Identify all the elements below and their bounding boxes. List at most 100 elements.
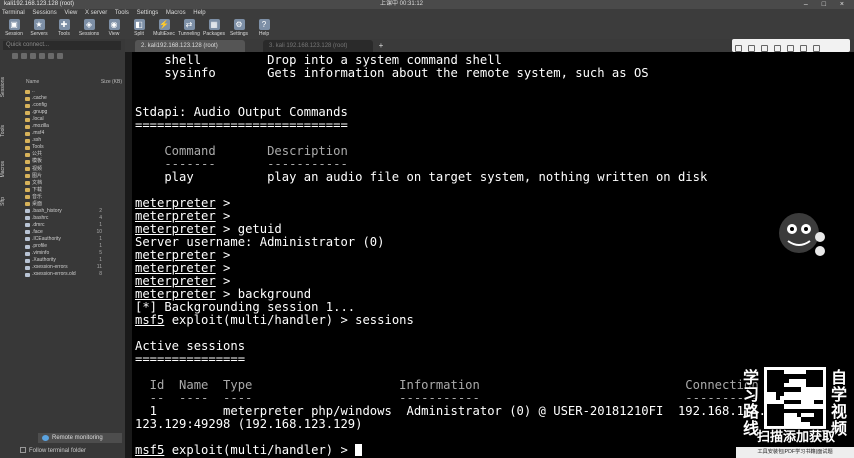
- text-icon[interactable]: [774, 45, 781, 52]
- file-row[interactable]: .profile 1: [12, 243, 122, 250]
- file-row[interactable]: .mozilla: [12, 123, 122, 130]
- new-tab-button[interactable]: +: [375, 40, 387, 52]
- toolbar-multiexec-button[interactable]: ⚡ MultiExec: [152, 19, 176, 37]
- toolbar-tools-button[interactable]: ✚ Tools: [52, 19, 76, 37]
- file-row[interactable]: .cache: [12, 95, 122, 102]
- file-row[interactable]: .xsession-errors 11: [12, 264, 122, 271]
- checkbox-icon: [20, 447, 26, 453]
- toolbar-split-button[interactable]: ◧ Split: [127, 19, 151, 37]
- file-row[interactable]: .bash_history 2: [12, 208, 122, 215]
- toolbar-view-button[interactable]: ◉ View: [102, 19, 126, 37]
- vtab-sessions[interactable]: Sessions: [0, 77, 9, 97]
- file-size: 1: [99, 235, 102, 242]
- file-row[interactable]: .local: [12, 116, 122, 123]
- file-row[interactable]: 图片: [12, 173, 122, 180]
- file-list: .. .cache .config .gnupg .local .mozilla .msf4…: [12, 88, 122, 278]
- file-row[interactable]: 音乐: [12, 194, 122, 201]
- file-row[interactable]: .ssh: [12, 137, 122, 144]
- trash-icon[interactable]: [813, 45, 820, 52]
- shape-icon[interactable]: [761, 45, 768, 52]
- tab-session-2[interactable]: 2. kali192.168.123.128 (root): [135, 40, 245, 52]
- file-row[interactable]: .msf4: [12, 130, 122, 137]
- toolbar-help-button[interactable]: ? Help: [252, 19, 276, 37]
- file-row[interactable]: 模板: [12, 158, 122, 165]
- undo-icon[interactable]: [787, 45, 794, 52]
- file-name: .ICEauthority: [32, 235, 61, 242]
- column-size[interactable]: Size (KB): [101, 79, 122, 85]
- folder-icon: [25, 188, 30, 193]
- terminal-line: sysinfo Gets information about the remot…: [135, 66, 649, 80]
- toolbar-sessions-button[interactable]: ◈ Sessions: [77, 19, 101, 37]
- pen-icon[interactable]: [748, 45, 755, 52]
- file-row[interactable]: 下载: [12, 187, 122, 194]
- menu-settings[interactable]: Settings: [137, 10, 159, 16]
- split-icon: ◧: [133, 19, 145, 30]
- new-folder-icon[interactable]: [48, 53, 54, 59]
- session-icon: ▣: [8, 19, 20, 30]
- file-size: 5: [99, 250, 102, 257]
- vtab-tools[interactable]: Tools: [0, 125, 9, 137]
- toolbar-packages-button[interactable]: ▦ Packages: [202, 19, 226, 37]
- up-folder-icon[interactable]: [12, 53, 18, 59]
- toolbar-settings-button[interactable]: ⚙ Settings: [227, 19, 251, 37]
- vtab-sftp[interactable]: Sftp: [0, 197, 9, 206]
- file-row[interactable]: .gnupg: [12, 109, 122, 116]
- copy-icon[interactable]: [800, 45, 807, 52]
- file-name: .bashrc: [32, 214, 49, 221]
- menu-help[interactable]: Help: [193, 10, 205, 16]
- toolbar-session-button[interactable]: ▣ Session: [2, 19, 26, 37]
- select-icon[interactable]: [735, 45, 742, 52]
- folder-icon: [25, 174, 30, 179]
- file-row[interactable]: 桌面: [12, 201, 122, 208]
- tab-session-3[interactable]: 3. kali 192.168.123.128 (root): [263, 40, 373, 52]
- file-name: 桌面: [32, 200, 43, 207]
- file-row[interactable]: .face 10: [12, 229, 122, 236]
- file-name: 图片: [32, 172, 43, 179]
- file-size: 1: [99, 221, 102, 228]
- refresh-icon[interactable]: [21, 53, 27, 59]
- file-icon: [25, 209, 30, 214]
- help-icon: ?: [258, 19, 270, 30]
- upload-icon[interactable]: [39, 53, 45, 59]
- toolbar-tunneling-button[interactable]: ⇄ Tunneling: [177, 19, 201, 37]
- file-row[interactable]: 文档: [12, 180, 122, 187]
- follow-terminal-folder-checkbox[interactable]: Follow terminal folder: [20, 447, 86, 456]
- download-icon[interactable]: [30, 53, 36, 59]
- settings-icon: ⚙: [233, 19, 245, 30]
- folder-icon: [25, 138, 30, 143]
- remote-monitoring-button[interactable]: Remote monitoring: [38, 433, 122, 443]
- file-row[interactable]: .dmrc 1: [12, 222, 122, 229]
- file-row[interactable]: 视频: [12, 166, 122, 173]
- menu-view[interactable]: View: [64, 10, 77, 16]
- file-row[interactable]: .bashrc 4: [12, 215, 122, 222]
- toolbar-servers-button[interactable]: ★ Servers: [27, 19, 51, 37]
- file-row[interactable]: .xsession-errors.old 8: [12, 271, 122, 278]
- file-row[interactable]: ..: [12, 88, 122, 95]
- window-controls[interactable]: – □ ×: [804, 0, 850, 9]
- terminal-cursor: [355, 444, 363, 456]
- multiexec-icon: ⚡: [158, 19, 170, 30]
- quick-connect-input[interactable]: Quick connect...: [3, 41, 121, 50]
- delete-icon[interactable]: [57, 53, 63, 59]
- file-row[interactable]: Tools: [12, 144, 122, 151]
- menu-terminal[interactable]: Terminal: [2, 10, 25, 16]
- column-name[interactable]: Name: [26, 79, 39, 85]
- file-name: .ssh: [32, 137, 42, 144]
- file-row[interactable]: .ICEauthority 1: [12, 236, 122, 243]
- file-row[interactable]: .viminfo 5: [12, 250, 122, 257]
- file-row[interactable]: .config: [12, 102, 122, 109]
- file-name: 视频: [32, 165, 43, 172]
- vtab-macros[interactable]: Macros: [0, 161, 9, 177]
- file-icon: [25, 230, 30, 235]
- menu-tools[interactable]: Tools: [115, 10, 129, 16]
- file-icon: [25, 251, 30, 256]
- menu-x-server[interactable]: X server: [85, 10, 107, 16]
- menu-macros[interactable]: Macros: [166, 10, 186, 16]
- folder-icon: [25, 103, 30, 108]
- file-row[interactable]: .Xauthority 1: [12, 257, 122, 264]
- file-row[interactable]: 公共: [12, 151, 122, 158]
- sftp-toolbar: [12, 53, 122, 60]
- file-name: .mozilla: [32, 123, 49, 130]
- decorative-sticker: [779, 213, 825, 256]
- menu-sessions[interactable]: Sessions: [32, 10, 56, 16]
